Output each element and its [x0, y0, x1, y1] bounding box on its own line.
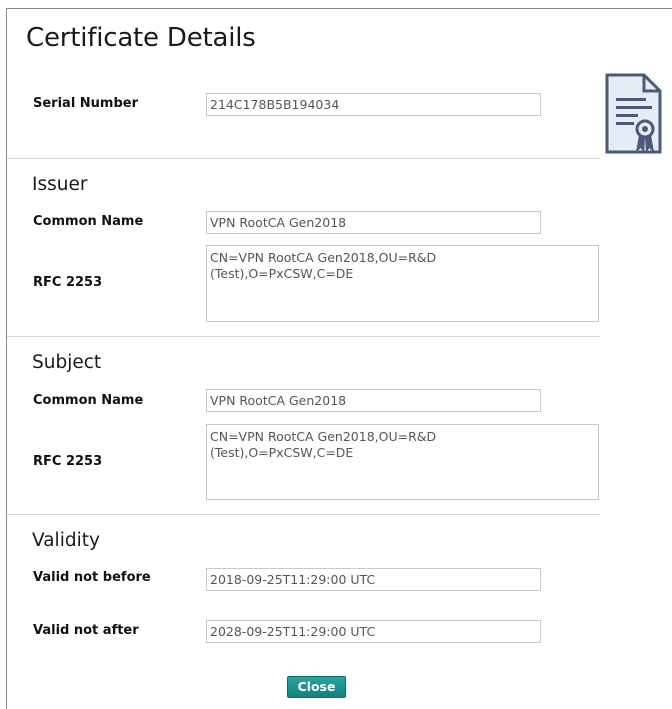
close-button[interactable]: Close — [287, 676, 346, 698]
subject-rfc-field[interactable]: CN=VPN RootCA Gen2018,OU=R&D (Test),O=Px… — [206, 424, 599, 500]
subject-common-name-label: Common Name — [33, 393, 144, 408]
valid-not-before-label: Valid not before — [33, 570, 151, 585]
serial-number-label: Serial Number — [33, 96, 139, 111]
subject-heading: Subject — [32, 352, 102, 373]
subject-rfc-label: RFC 2253 — [33, 454, 103, 469]
subject-common-name-field[interactable]: VPN RootCA Gen2018 — [206, 389, 541, 412]
validity-heading: Validity — [32, 530, 100, 551]
issuer-rfc-label: RFC 2253 — [33, 275, 103, 290]
valid-not-after-label: Valid not after — [33, 623, 139, 638]
issuer-heading: Issuer — [32, 174, 88, 195]
certificate-details-dialog: Certificate Details Serial Number 214C17… — [6, 8, 672, 709]
dialog-title: Certificate Details — [26, 23, 256, 53]
valid-not-after-field[interactable]: 2028-09-25T11:29:00 UTC — [206, 620, 541, 643]
divider — [7, 336, 600, 337]
issuer-rfc-field[interactable]: CN=VPN RootCA Gen2018,OU=R&D (Test),O=Px… — [206, 245, 599, 322]
divider — [7, 514, 600, 515]
divider — [7, 158, 600, 159]
certificate-icon — [605, 73, 662, 154]
valid-not-before-field[interactable]: 2018-09-25T11:29:00 UTC — [206, 568, 541, 591]
serial-number-field[interactable]: 214C178B5B194034 — [206, 93, 541, 116]
issuer-common-name-label: Common Name — [33, 214, 144, 229]
issuer-common-name-field[interactable]: VPN RootCA Gen2018 — [206, 211, 541, 234]
